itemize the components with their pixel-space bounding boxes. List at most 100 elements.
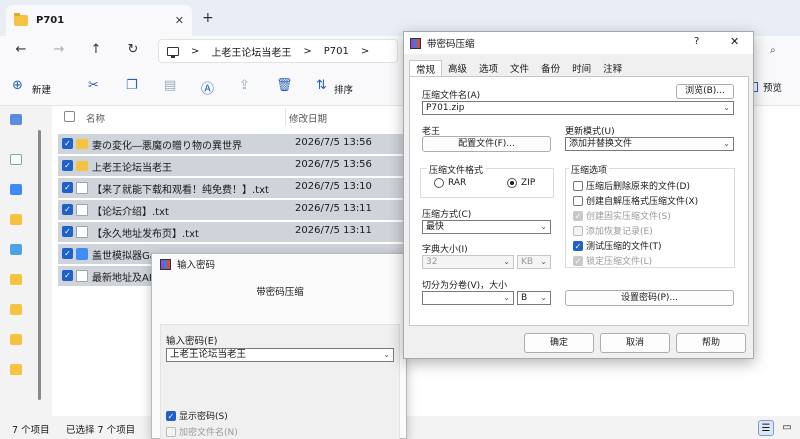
new-plus-icon[interactable]: ⊕ bbox=[12, 78, 23, 93]
show-password-checkbox[interactable]: ✓ 显示密码(S) bbox=[166, 409, 228, 422]
option-checkbox[interactable]: 添加恢复记录(E) bbox=[573, 224, 653, 237]
breadcrumb-item-current[interactable]: P701 bbox=[324, 46, 349, 57]
radio-off bbox=[434, 178, 444, 188]
breadcrumb-sep: > bbox=[191, 45, 200, 57]
tab-comment[interactable]: 注释 bbox=[597, 60, 628, 76]
split-size-input[interactable]: ⌄ bbox=[422, 291, 514, 305]
tab-time[interactable]: 时间 bbox=[566, 60, 597, 76]
tab-close-icon[interactable]: ✕ bbox=[175, 14, 184, 27]
option-checkbox[interactable]: ✓ 测试压缩的文件(T) bbox=[573, 239, 662, 252]
dict-size-select[interactable]: 32 ⌄ bbox=[422, 255, 514, 269]
pictures-icon[interactable] bbox=[10, 244, 22, 255]
table-row[interactable]: ✓ 妻の変化―悪魔の贈り物の異世界 2026/7/5 13:56 bbox=[58, 134, 403, 154]
set-password-button[interactable]: 设置密码(P)... bbox=[565, 290, 734, 306]
checkbox-checked: ✓ bbox=[573, 240, 583, 251]
documents-icon[interactable] bbox=[10, 214, 22, 225]
tab-p701[interactable]: P701 ✕ bbox=[6, 5, 192, 36]
cancel-button[interactable]: 取消 bbox=[600, 333, 670, 353]
folder-icon[interactable] bbox=[10, 364, 22, 375]
split-label: 切分为分卷(V)，大小 bbox=[422, 281, 508, 291]
row-checkbox[interactable]: ✓ bbox=[62, 226, 73, 237]
archive-dialog-titlebar[interactable]: 带密码压缩 ? ✕ bbox=[404, 32, 753, 54]
paste-icon[interactable]: ▤ bbox=[164, 78, 176, 93]
forward-arrow-icon[interactable]: → bbox=[50, 42, 68, 57]
password-dialog-titlebar[interactable]: 输入密码 bbox=[152, 254, 406, 274]
chevron-down-icon[interactable]: ⌄ bbox=[540, 256, 547, 268]
option-checkbox[interactable]: 压缩后删除原来的文件(D) bbox=[573, 179, 690, 192]
sort-button[interactable]: 排序 bbox=[334, 82, 353, 96]
back-arrow-icon[interactable]: ← bbox=[12, 42, 30, 57]
breadcrumb-item-parent[interactable]: 上老王论坛当老王 bbox=[211, 44, 291, 59]
chevron-down-icon[interactable]: ⌄ bbox=[503, 256, 510, 268]
tab-advanced[interactable]: 高级 bbox=[442, 60, 473, 76]
table-row[interactable]: ✓ 上老王论坛当老王 2026/7/5 13:56 bbox=[58, 156, 403, 176]
format-rar-label: RAR bbox=[448, 178, 467, 188]
row-checkbox[interactable]: ✓ bbox=[62, 270, 73, 281]
up-arrow-icon[interactable]: ↑ bbox=[87, 42, 105, 57]
split-unit-select[interactable]: B ⌄ bbox=[517, 291, 551, 305]
select-all-checkbox[interactable] bbox=[64, 111, 75, 122]
table-row[interactable]: ✓ 【永久地址发布页】.txt 2026/7/5 13:11 bbox=[58, 222, 403, 242]
delete-icon[interactable]: 🗑 bbox=[276, 78, 293, 93]
column-name[interactable]: 名称 bbox=[86, 111, 105, 125]
option-checkbox[interactable]: ✓ 创建固实压缩文件(S) bbox=[573, 209, 671, 222]
close-icon[interactable]: ✕ bbox=[730, 35, 739, 48]
method-select[interactable]: 最快 ⌄ bbox=[422, 220, 551, 234]
column-divider[interactable] bbox=[285, 108, 286, 126]
encrypt-filenames-checkbox[interactable]: 加密文件名(N) bbox=[166, 425, 238, 438]
chevron-down-icon[interactable]: ⌄ bbox=[540, 221, 547, 233]
search-icon[interactable]: ⌕ bbox=[770, 45, 776, 56]
profile-button[interactable]: 配置文件(F)... bbox=[422, 136, 551, 152]
share-icon[interactable]: ⇪ bbox=[239, 78, 250, 93]
address-bar[interactable]: > 上老王论坛当老王 > P701 > bbox=[158, 39, 398, 63]
archive-name-input[interactable]: P701.zip ⌄ bbox=[422, 101, 734, 115]
row-checkbox[interactable]: ✓ bbox=[62, 138, 73, 149]
folder-icon[interactable] bbox=[10, 334, 22, 345]
password-input[interactable]: 上老王论坛当老王 ⌄ bbox=[166, 348, 394, 362]
dict-unit-select[interactable]: KB ⌄ bbox=[517, 255, 551, 269]
table-row[interactable]: ✓ 【来了就能下载和观看！纯免费！】.txt 2026/7/5 13:10 bbox=[58, 178, 403, 198]
option-checkbox[interactable]: 创建自解压格式压缩文件(X) bbox=[573, 194, 698, 207]
tab-backup[interactable]: 备份 bbox=[535, 60, 566, 76]
row-checkbox[interactable]: ✓ bbox=[62, 204, 73, 215]
help-icon[interactable]: ? bbox=[694, 36, 699, 47]
new-tab-button[interactable]: + bbox=[202, 10, 214, 26]
breadcrumb-sep: > bbox=[303, 45, 312, 57]
details-view-icon[interactable]: ☰ bbox=[758, 420, 774, 436]
browse-button[interactable]: 浏览(B)... bbox=[676, 84, 734, 99]
refresh-icon[interactable]: ↻ bbox=[124, 42, 142, 57]
cut-icon[interactable]: ✂ bbox=[88, 78, 99, 93]
new-button[interactable]: 新建 bbox=[32, 82, 51, 96]
copy-icon[interactable]: ❐ bbox=[126, 78, 138, 93]
format-rar-radio[interactable]: RAR bbox=[434, 178, 466, 188]
row-checkbox[interactable]: ✓ bbox=[62, 160, 73, 171]
format-zip-radio[interactable]: ZIP bbox=[507, 178, 535, 188]
tiles-view-icon[interactable]: ▭ bbox=[779, 420, 795, 436]
desktop-icon[interactable] bbox=[10, 154, 22, 165]
text-file-icon bbox=[76, 226, 88, 238]
row-checkbox[interactable]: ✓ bbox=[62, 182, 73, 193]
column-date[interactable]: 修改日期 bbox=[289, 111, 327, 125]
ok-button[interactable]: 确定 bbox=[524, 333, 594, 353]
chevron-down-icon[interactable]: ⌄ bbox=[383, 349, 390, 361]
folder-icon[interactable] bbox=[10, 274, 22, 285]
chevron-down-icon[interactable]: ⌄ bbox=[723, 138, 730, 150]
chevron-down-icon[interactable]: ⌄ bbox=[503, 292, 510, 304]
sort-icon[interactable]: ⇅ bbox=[316, 78, 327, 93]
tab-files[interactable]: 文件 bbox=[504, 60, 535, 76]
folder-icon[interactable] bbox=[10, 304, 22, 315]
help-button[interactable]: 帮助 bbox=[676, 333, 746, 353]
row-checkbox[interactable]: ✓ bbox=[62, 248, 73, 259]
table-row[interactable]: ✓ 【论坛介绍】.txt 2026/7/5 13:11 bbox=[58, 200, 403, 220]
sidebar-scrollbar[interactable] bbox=[38, 130, 41, 400]
archive-name-value: P701.zip bbox=[426, 103, 465, 113]
downloads-icon[interactable] bbox=[10, 184, 22, 195]
home-icon[interactable] bbox=[10, 114, 22, 125]
tab-options[interactable]: 选项 bbox=[473, 60, 504, 76]
rename-icon[interactable]: Ⓐ bbox=[201, 78, 214, 97]
chevron-down-icon[interactable]: ⌄ bbox=[540, 292, 547, 304]
update-mode-select[interactable]: 添加并替换文件 ⌄ bbox=[565, 137, 734, 151]
chevron-down-icon[interactable]: ⌄ bbox=[723, 102, 730, 114]
tab-general[interactable]: 常规 bbox=[409, 60, 443, 76]
option-checkbox[interactable]: ✓ 锁定压缩文件(L) bbox=[573, 254, 652, 267]
